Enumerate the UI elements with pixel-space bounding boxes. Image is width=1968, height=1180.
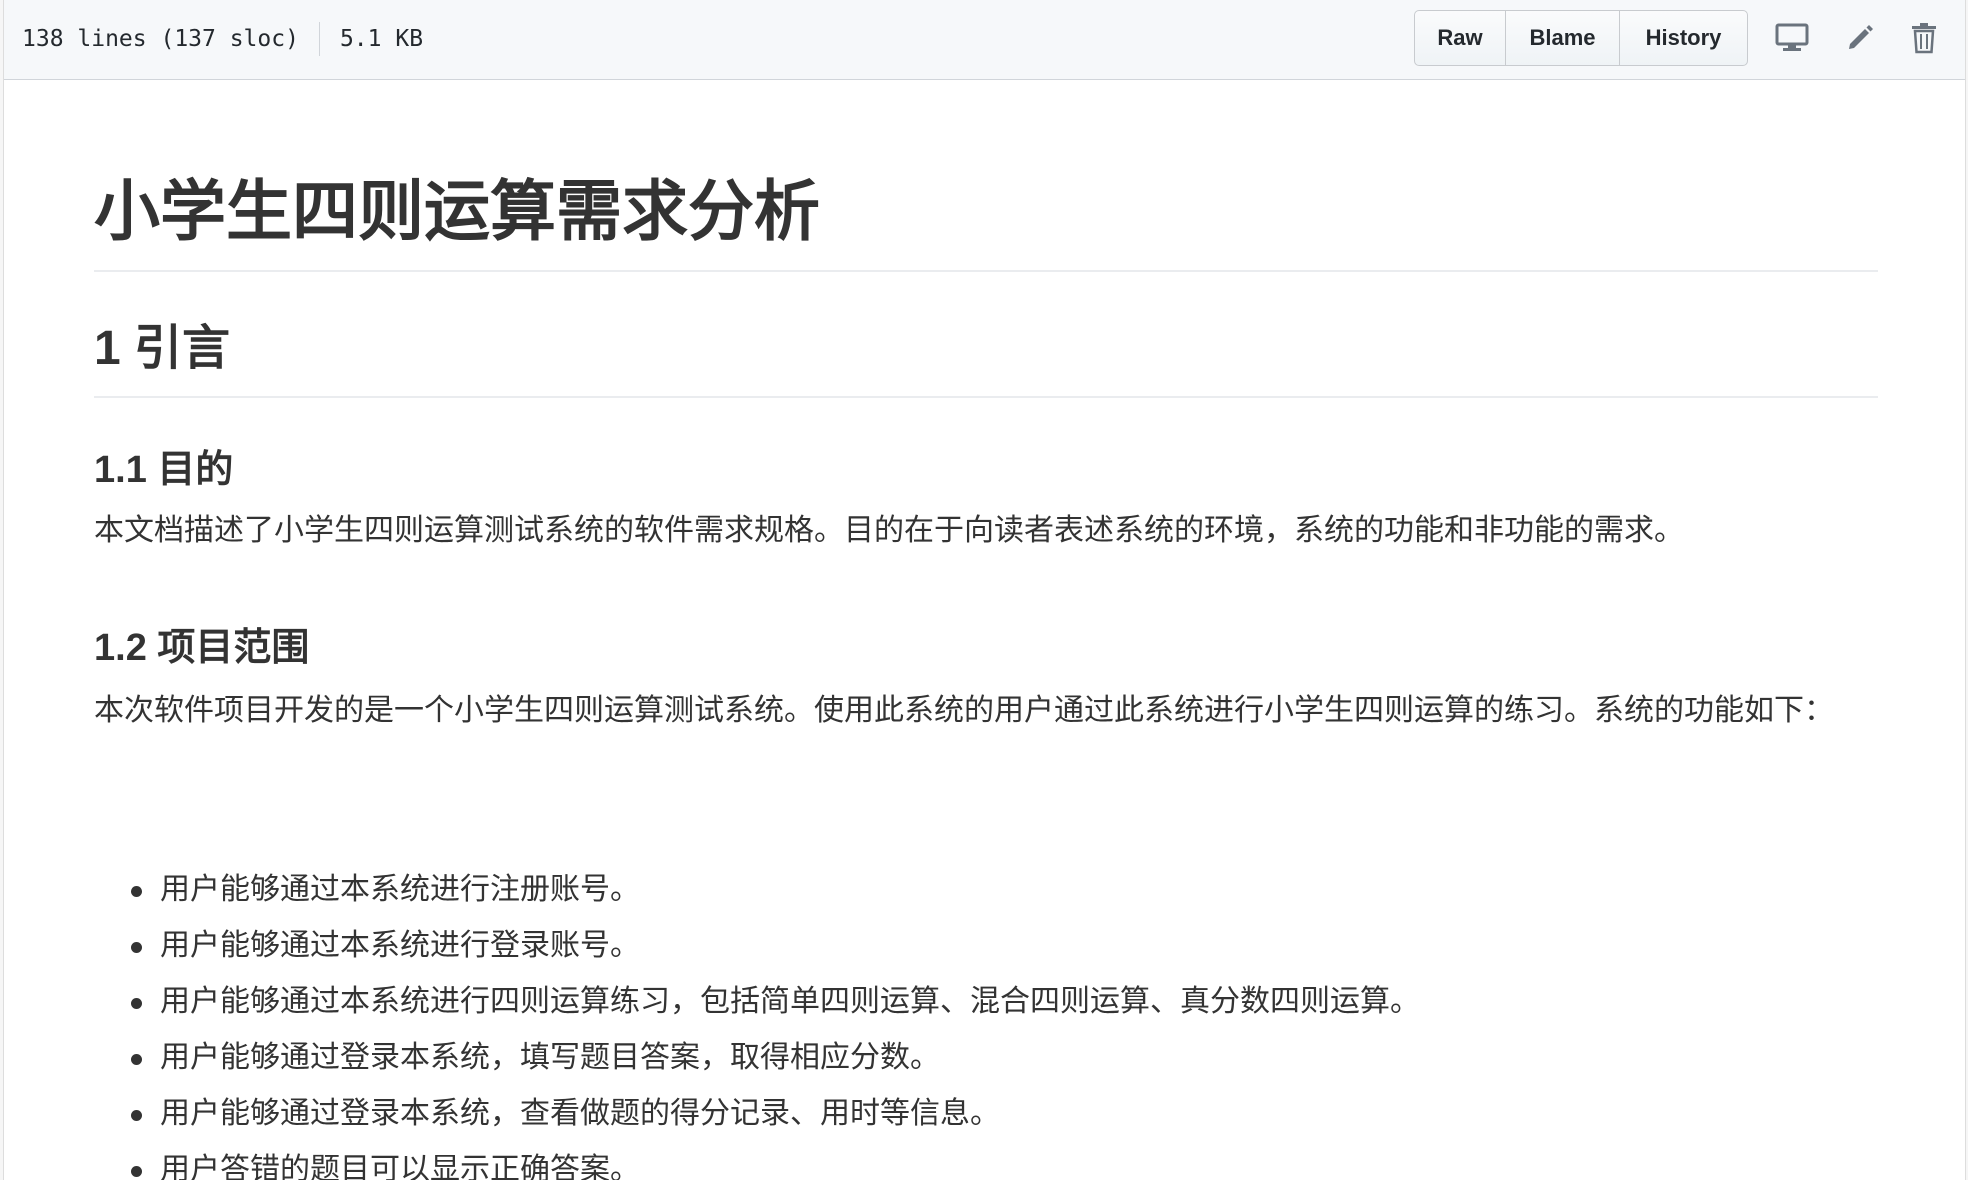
file-viewer: 138 lines (137 sloc) 5.1 KB Raw Blame Hi… xyxy=(3,0,1966,1180)
list-item-text: 用户答错的题目可以显示正确答案。 xyxy=(160,1153,640,1180)
section-divider xyxy=(94,396,1878,398)
blame-button[interactable]: Blame xyxy=(1505,11,1619,65)
file-actions-group: Raw Blame History xyxy=(1414,10,1748,66)
info-divider xyxy=(318,22,320,56)
bullet-icon xyxy=(131,1110,142,1121)
list-item-text: 用户能够通过本系统进行注册账号。 xyxy=(160,873,640,906)
bullet-icon xyxy=(131,1054,142,1065)
list-item: 用户能够通过本系统进行登录账号。 xyxy=(94,918,1878,974)
subsection-heading-scope: 1.2 项目范围 xyxy=(94,627,310,669)
bullet-icon xyxy=(131,1166,142,1177)
trash-icon[interactable] xyxy=(1906,20,1942,56)
list-item: 用户能够通过登录本系统，填写题目答案，取得相应分数。 xyxy=(94,1030,1878,1086)
list-item-text: 用户能够通过本系统进行四则运算练习，包括简单四则运算、混合四则运算、真分数四则运… xyxy=(160,985,1420,1018)
list-item-text: 用户能够通过登录本系统，填写题目答案，取得相应分数。 xyxy=(160,1041,940,1074)
file-info: 138 lines (137 sloc) 5.1 KB xyxy=(22,22,423,56)
scope-paragraph: 本次软件项目开发的是一个小学生四则运算测试系统。使用此系统的用户通过此系统进行小… xyxy=(94,694,1834,727)
file-size: 5.1 KB xyxy=(339,26,424,52)
bullet-icon xyxy=(131,998,142,1009)
subsection-heading-purpose: 1.1 目的 xyxy=(94,449,234,491)
desktop-icon[interactable] xyxy=(1774,20,1810,56)
list-item: 用户答错的题目可以显示正确答案。 xyxy=(94,1142,1878,1180)
list-item-text: 用户能够通过本系统进行登录账号。 xyxy=(160,929,640,962)
bullet-icon xyxy=(131,942,142,953)
purpose-paragraph: 本文档描述了小学生四则运算测试系统的软件需求规格。目的在于向读者表述系统的环境，… xyxy=(94,514,1684,547)
section-heading-introduction: 1 引言 xyxy=(94,322,231,375)
list-item: 用户能够通过登录本系统，查看做题的得分记录、用时等信息。 xyxy=(94,1086,1878,1142)
bullet-icon xyxy=(131,886,142,897)
line-count: 138 lines (137 sloc) xyxy=(22,26,299,52)
list-item: 用户能够通过本系统进行四则运算练习，包括简单四则运算、混合四则运算、真分数四则运… xyxy=(94,974,1878,1030)
pencil-icon[interactable] xyxy=(1842,20,1878,56)
history-button[interactable]: History xyxy=(1619,11,1747,65)
document-title: 小学生四则运算需求分析 xyxy=(94,174,820,248)
title-divider xyxy=(94,270,1878,272)
file-header: 138 lines (137 sloc) 5.1 KB Raw Blame Hi… xyxy=(4,0,1965,80)
raw-button[interactable]: Raw xyxy=(1415,11,1505,65)
list-item-text: 用户能够通过登录本系统，查看做题的得分记录、用时等信息。 xyxy=(160,1097,1000,1130)
list-item: 用户能够通过本系统进行注册账号。 xyxy=(94,862,1878,918)
feature-list: 用户能够通过本系统进行注册账号。 用户能够通过本系统进行登录账号。 用户能够通过… xyxy=(94,862,1878,1180)
